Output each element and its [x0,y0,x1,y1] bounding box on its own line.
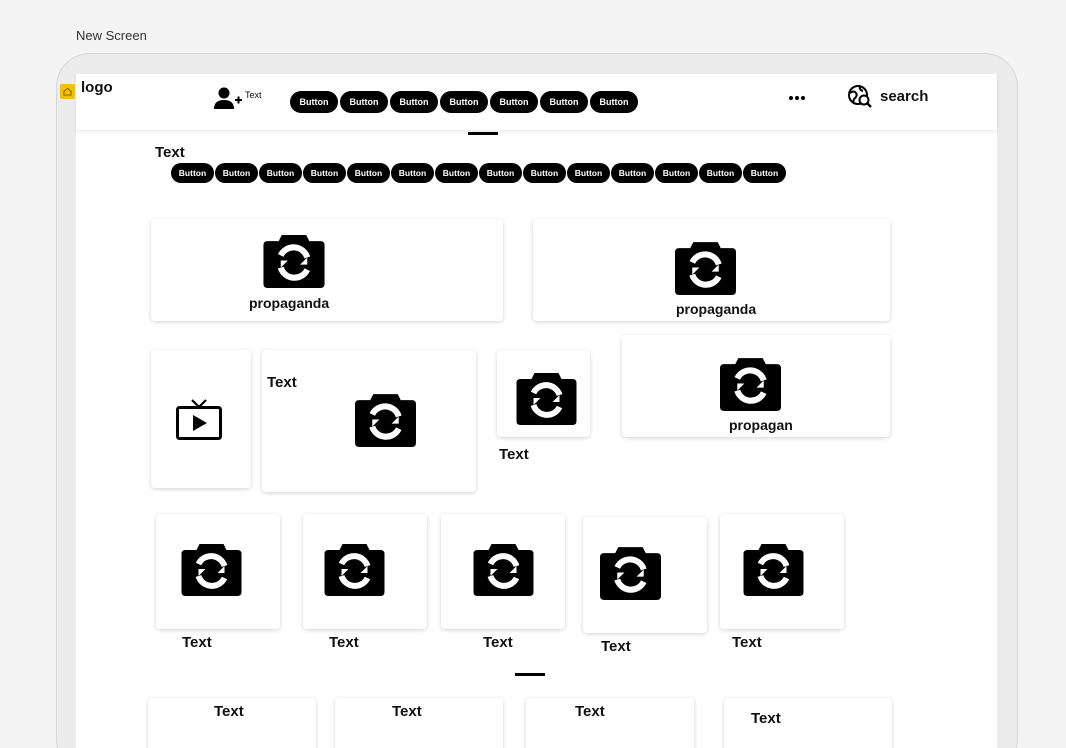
card-title: Text [575,703,605,720]
filter-button[interactable]: Button [303,163,346,183]
header-button-group: Button Button Button Button Button Butto… [290,91,638,113]
search-button[interactable]: search [848,84,928,108]
camera-switch-icon [720,356,781,411]
filter-button[interactable]: Button [171,163,214,183]
more-horizontal-icon[interactable] [786,92,808,104]
home-icon[interactable] [60,84,75,99]
filter-button[interactable]: Button [655,163,698,183]
list-card[interactable] [526,698,694,748]
filter-button[interactable]: Button [567,163,610,183]
camera-switch-icon [743,542,804,596]
person-add-icon [214,87,242,109]
camera-switch-icon [181,542,242,596]
card-caption: Text [182,634,212,651]
card-title: Text [751,710,781,727]
header-button[interactable]: Button [290,91,338,113]
filter-button[interactable]: Button [523,163,566,183]
section-title: Text [155,144,185,161]
filter-button-group: Button Button Button Button Button Butto… [171,163,786,183]
header-button[interactable]: Button [340,91,388,113]
camera-switch-icon [600,545,661,600]
divider [468,132,498,135]
camera-switch-icon [355,392,416,447]
header-button[interactable]: Button [590,91,638,113]
filter-button[interactable]: Button [347,163,390,183]
add-user-label: Text [245,90,262,100]
card-caption: Text [329,634,359,651]
filter-button[interactable]: Button [391,163,434,183]
camera-switch-icon [263,233,325,288]
filter-button[interactable]: Button [699,163,742,183]
header-button[interactable]: Button [390,91,438,113]
camera-switch-icon [675,240,736,295]
travel-explore-icon [848,85,872,108]
header-button[interactable]: Button [540,91,588,113]
camera-switch-icon [324,542,385,596]
screen-title: New Screen [76,28,147,43]
filter-button[interactable]: Button [743,163,786,183]
card-caption: propaganda [249,295,330,311]
card-title: Text [214,703,244,720]
card-caption: Text [732,634,762,651]
add-user-button[interactable]: Text [214,86,262,110]
filter-button[interactable]: Button [611,163,654,183]
live-tv-icon [176,398,222,440]
camera-switch-icon [473,542,534,596]
card-title: Text [392,703,422,720]
filter-button[interactable]: Button [479,163,522,183]
card-caption: propagan [729,417,793,433]
filter-button[interactable]: Button [215,163,258,183]
card-caption: Text [483,634,513,651]
card-caption: propaganda [676,301,757,317]
list-card[interactable] [724,698,892,748]
header-button[interactable]: Button [490,91,538,113]
card-caption: Text [499,446,529,463]
filter-button[interactable]: Button [435,163,478,183]
divider [515,673,545,676]
camera-switch-icon [516,371,577,425]
header-button[interactable]: Button [440,91,488,113]
card-title: Text [267,374,297,391]
logo[interactable]: logo [81,79,113,96]
search-label: search [880,87,929,105]
filter-button[interactable]: Button [259,163,302,183]
card-caption: Text [601,638,631,655]
